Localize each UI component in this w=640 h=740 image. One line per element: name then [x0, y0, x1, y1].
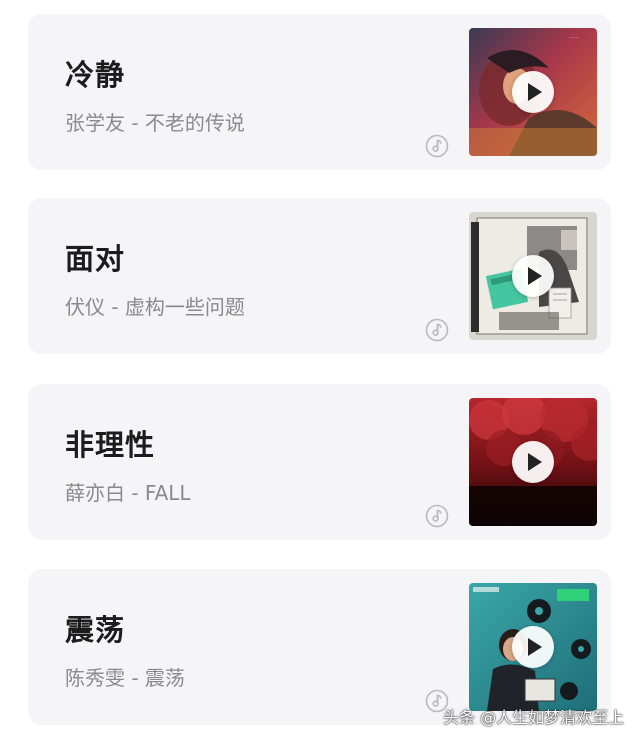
play-button[interactable] — [512, 71, 554, 113]
song-artist-album: 伏仪 - 虚构一些问题 — [65, 295, 245, 319]
album-cover[interactable] — [469, 398, 597, 526]
song-card[interactable]: 震荡 陈秀雯 - 震荡 — [28, 569, 611, 725]
song-artist-album: 张学友 - 不老的传说 — [65, 111, 245, 135]
album-cover[interactable] — [469, 212, 597, 340]
song-title: 震荡 — [65, 613, 126, 647]
song-card[interactable]: 冷静 张学友 - 不老的传说 …… — [28, 14, 611, 170]
song-card[interactable]: 面对 伏仪 - 虚构一些问题 — [28, 198, 611, 354]
play-button[interactable] — [512, 626, 554, 668]
music-note-icon — [425, 504, 449, 528]
album-cover[interactable] — [469, 583, 597, 711]
play-button[interactable] — [512, 255, 554, 297]
song-title: 冷静 — [65, 58, 126, 92]
music-note-icon — [425, 318, 449, 342]
song-card[interactable]: 非理性 薛亦白 - FALL — [28, 384, 611, 540]
album-cover[interactable]: …… — [469, 28, 597, 156]
song-list: 冷静 张学友 - 不老的传说 …… 面对 伏仪 - 虚构一些问题 非理性 薛亦白… — [0, 0, 640, 740]
play-icon — [528, 638, 542, 656]
play-icon — [528, 267, 542, 285]
music-note-icon — [425, 134, 449, 158]
song-title: 非理性 — [65, 428, 156, 462]
play-icon — [528, 83, 542, 101]
song-artist-album: 陈秀雯 - 震荡 — [65, 666, 185, 690]
watermark: 头条 @人生如梦清欢至上 — [443, 708, 625, 727]
song-title: 面对 — [65, 242, 126, 276]
play-icon — [528, 453, 542, 471]
svg-text:……: …… — [569, 34, 579, 40]
play-button[interactable] — [512, 441, 554, 483]
song-artist-album: 薛亦白 - FALL — [65, 481, 191, 505]
